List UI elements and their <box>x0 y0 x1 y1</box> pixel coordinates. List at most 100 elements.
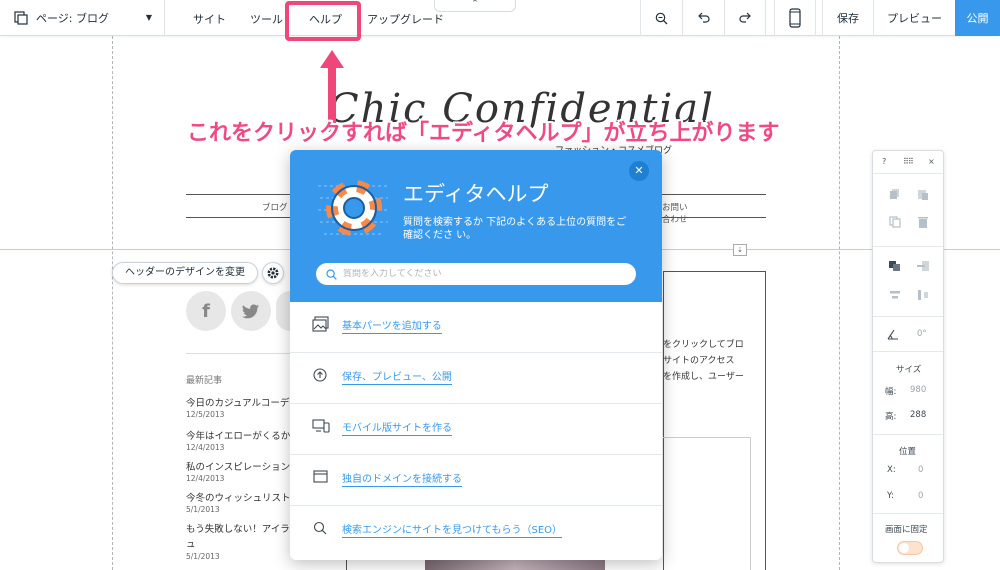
help-topic-link[interactable]: モバイル版サイトを作る <box>342 419 452 436</box>
social-icon-partial[interactable] <box>276 291 290 331</box>
rotate-angle-icon[interactable] <box>886 328 900 340</box>
post-title[interactable]: 今日のカジュアルコーデ <box>186 395 290 409</box>
height-label: 高: <box>885 412 897 422</box>
recent-posts-heading: 最新記事 <box>186 376 223 386</box>
help-topic-link[interactable]: 検索エンジンにサイトを見つけてもらう（SEO） <box>342 521 563 538</box>
post-date: 5/1/2013 <box>186 505 220 514</box>
zoom-button[interactable] <box>640 0 682 36</box>
browser-window-icon <box>313 470 328 483</box>
save-button[interactable]: 保存 <box>822 0 873 36</box>
zoom-icon <box>655 12 668 24</box>
drag-handle-icon[interactable]: ⠿⠿ <box>903 157 914 166</box>
body-text-line: をクリックしてブロ <box>663 340 744 350</box>
post-title-wrap[interactable]: ュ <box>186 536 290 550</box>
undo-icon <box>698 12 710 23</box>
close-help-button[interactable]: ✕ <box>629 161 649 181</box>
annotation-caption: これをクリックすれば「エディタヘルプ」が立ち上がります <box>187 121 780 146</box>
width-value[interactable]: 980 <box>910 385 926 395</box>
pages-icon <box>14 11 28 25</box>
annotation-highlight-box <box>285 1 361 41</box>
position-heading: 位置 <box>899 447 917 457</box>
help-title: エディタヘルプ <box>403 182 549 206</box>
collapse-topbar-tab[interactable]: ⌃ <box>434 0 516 12</box>
help-search-box[interactable] <box>316 263 636 285</box>
component-toolbar-panel: ? ⠿⠿ × 0° サイズ 幅: 980 高: 288 位置 X: 0 Y: 0… <box>872 150 944 563</box>
x-value[interactable]: 0 <box>918 465 923 475</box>
panel-divider <box>873 351 943 352</box>
gear-icon <box>267 267 279 279</box>
body-text-line: を作成し、ユーザー <box>663 372 744 382</box>
distribute-icon[interactable] <box>916 289 930 301</box>
twitter-icon[interactable] <box>231 291 271 331</box>
y-value[interactable]: 0 <box>918 491 923 501</box>
x-label: X: <box>887 465 896 475</box>
redo-icon <box>738 12 751 23</box>
post-title[interactable]: 今年はイエローがくるか <box>186 428 290 442</box>
help-topic-link[interactable]: 保存、プレビュー、公開 <box>342 368 452 385</box>
editor-root: Chic Confidential ファッション・コスメブログ ブログ お問い合… <box>0 0 1000 570</box>
change-header-design-button[interactable]: ヘッダーのデザインを変更 <box>112 262 258 284</box>
site-nav-blog[interactable]: ブログ <box>262 201 288 213</box>
panel-close-icon[interactable]: × <box>928 157 935 166</box>
copy-icon[interactable] <box>888 188 902 200</box>
editor-topbar: ページ: ブログ ▼ サイト ツール ヘルプ アップグレード ⌃ 保存 プレビュ… <box>0 0 1000 36</box>
mobile-view-button[interactable] <box>774 0 816 36</box>
paste-icon[interactable] <box>916 188 930 200</box>
menu-site[interactable]: サイト <box>193 11 226 27</box>
page-selector[interactable]: ページ: ブログ ▼ <box>0 0 165 36</box>
body-text-line: サイトのアクセス <box>663 356 735 366</box>
preview-button[interactable]: プレビュー <box>873 0 955 36</box>
help-topic-link[interactable]: 基本パーツを追加する <box>342 317 442 334</box>
height-value[interactable]: 288 <box>910 410 926 420</box>
image-frame[interactable] <box>663 437 751 570</box>
left-page-guide <box>112 36 113 570</box>
redo-button[interactable] <box>724 0 766 36</box>
align-icon[interactable] <box>888 289 902 301</box>
menu-tools[interactable]: ツール <box>250 11 283 27</box>
panel-help-icon[interactable]: ? <box>882 157 886 166</box>
site-nav-contact[interactable]: お問い合わせ <box>662 201 692 225</box>
trash-icon[interactable] <box>916 216 930 228</box>
size-heading: サイズ <box>896 365 922 375</box>
pin-to-screen-label: 画面に固定 <box>885 525 928 535</box>
lifebuoy-icon <box>318 180 390 236</box>
post-title[interactable]: もう失敗しない！アイラ <box>186 521 290 535</box>
help-search-input[interactable] <box>343 269 623 279</box>
post-date: 12/5/2013 <box>186 410 225 419</box>
rotation-value[interactable]: 0° <box>917 329 927 339</box>
pin-to-screen-toggle[interactable] <box>897 541 923 555</box>
panel-divider <box>873 246 943 247</box>
post-date: 12/4/2013 <box>186 443 225 452</box>
editor-help-panel: エディタヘルプ 質問を検索するか 下記のよくある上位の質問をご確認くださ い。 … <box>290 150 662 560</box>
facebook-icon[interactable]: f <box>186 291 226 331</box>
help-description: 質問を検索するか 下記のよくある上位の質問をご確認くださ い。 <box>403 217 627 241</box>
right-page-guide <box>839 36 840 570</box>
panel-divider <box>873 173 943 174</box>
undo-button[interactable] <box>682 0 724 36</box>
toggle-knob <box>899 543 909 553</box>
page-selector-label: ページ: ブログ <box>36 12 109 25</box>
panel-divider <box>873 316 943 317</box>
help-topic-item[interactable]: 独自のドメインを接続する <box>290 455 662 506</box>
panel-divider <box>873 434 943 435</box>
header-settings-button[interactable] <box>262 262 284 284</box>
help-topic-item[interactable]: モバイル版サイトを作る <box>290 404 662 455</box>
post-title[interactable]: 今冬のウィッシュリスト <box>186 490 290 504</box>
publish-button[interactable]: 公開 <box>955 0 1000 36</box>
arrange-front-icon[interactable] <box>888 260 902 272</box>
image-icon <box>312 316 329 332</box>
arrange-back-icon[interactable] <box>916 260 930 272</box>
post-title[interactable]: 私のインスピレーション <box>186 459 290 473</box>
help-topic-item[interactable]: 保存、プレビュー、公開 <box>290 353 662 404</box>
scroll-down-icon[interactable]: ⇣ <box>733 244 747 256</box>
help-topic-item[interactable]: 検索エンジンにサイトを見つけてもらう（SEO） <box>290 506 662 557</box>
menu-upgrade[interactable]: アップグレード <box>367 11 444 27</box>
panel-divider <box>873 513 943 514</box>
devices-icon <box>312 419 330 433</box>
mobile-phone-icon <box>789 8 801 28</box>
duplicate-icon[interactable] <box>888 216 902 228</box>
width-label: 幅: <box>885 387 897 397</box>
help-topic-link[interactable]: 独自のドメインを接続する <box>342 470 462 487</box>
search-icon <box>313 521 327 535</box>
help-topic-item[interactable]: 基本パーツを追加する <box>290 302 662 353</box>
